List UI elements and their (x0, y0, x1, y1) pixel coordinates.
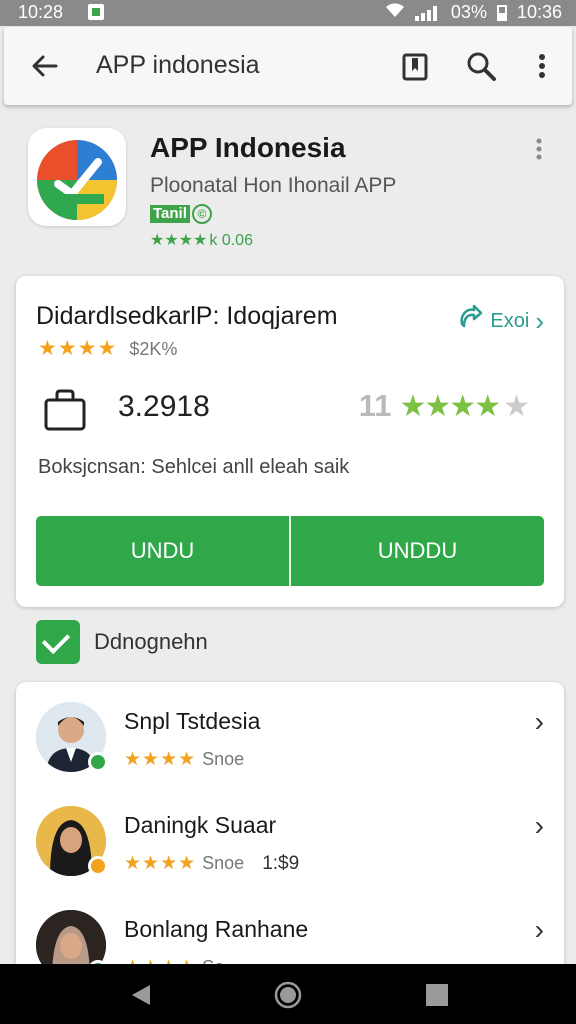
chevron-right-icon[interactable]: › (535, 914, 544, 946)
app-developer[interactable]: Ploonatal Hon Ihonail APP (150, 174, 396, 198)
review-extra: 1:$9 (262, 853, 300, 874)
card-rating-number: 11 (358, 388, 392, 423)
card-sub-text: $2K% (129, 339, 178, 359)
card-rating: 11 ★★★★ ★ (359, 388, 530, 424)
review-meta: ★★★★ Snoe 1:$9 (124, 852, 299, 875)
review-item[interactable]: Daningk Suaar ★★★★ Snoe 1:$9 › (16, 802, 564, 906)
review-meta-text: Snoe (202, 853, 245, 873)
search-icon[interactable] (464, 49, 498, 83)
recents-nav-icon[interactable] (424, 982, 450, 1008)
chevron-right-icon[interactable]: › (535, 706, 544, 738)
android-nav-bar (0, 964, 576, 1024)
share-icon (456, 304, 484, 338)
app-rating-value: k 0.06 (209, 232, 253, 249)
status-time-right: 10:36 (516, 2, 562, 22)
card-description: Boksjcnsan: Sehlcei anll eleah saik (38, 456, 350, 478)
chevron-right-icon[interactable]: › (535, 810, 544, 842)
status-right: 03% 10:36 (385, 2, 562, 23)
battery-icon (496, 4, 507, 21)
more-vert-icon[interactable] (532, 136, 546, 162)
wifi-icon (385, 2, 405, 23)
search-bar[interactable]: APP indonesia (4, 27, 572, 105)
search-query-text[interactable]: APP indonesia (96, 51, 260, 80)
review-item[interactable]: Snpl Tstdesia ★★★★ Snoe › (16, 698, 564, 802)
chevron-right-icon: › (535, 306, 544, 336)
card-sub-stars: ★★★★ (38, 337, 118, 360)
arrow-left-icon[interactable] (28, 49, 62, 83)
reviews-list: Snpl Tstdesia ★★★★ Snoe › Daningk Suaar ★… (16, 682, 564, 972)
status-time-left: 10:28 (18, 2, 64, 22)
signal-icon (414, 5, 441, 21)
review-name: Daningk Suaar (124, 812, 277, 838)
review-item[interactable]: Bonlang Ranhane ★★★★So › (16, 906, 564, 972)
back-nav-icon[interactable] (128, 982, 154, 1008)
checkbox-label: Ddnognehn (94, 629, 208, 654)
download-button-left[interactable]: UNDU (36, 516, 289, 586)
card-subtitle: ★★★★ $2K% (38, 336, 177, 361)
review-stars: ★★★★ (124, 853, 197, 874)
app-detail-card: DidardlsedkarlP: Idoqjarem Exoi › ★★★★ $2… (16, 276, 564, 607)
share-link-label: Exoi (490, 309, 530, 332)
home-nav-icon[interactable] (274, 981, 302, 1009)
app-title: APP Indonesia (150, 132, 346, 163)
app-rating-stars: ★★★★ (150, 232, 208, 249)
badge-circle-icon: © (191, 204, 212, 224)
review-name: Snpl Tstdesia (124, 708, 261, 734)
review-stars: ★★★★ (124, 749, 197, 770)
download-buttons: UNDU UNDDU (36, 516, 544, 586)
status-dot-icon (88, 752, 108, 772)
download-button-right[interactable]: UNDDU (289, 516, 544, 586)
shopping-bag-icon (42, 388, 88, 432)
app-rating: ★★★★ k 0.06 (150, 230, 253, 250)
app-header: APP Indonesia Ploonatal Hon Ihonail APP … (0, 118, 576, 268)
status-dot-icon (88, 856, 108, 876)
app-logo[interactable] (28, 128, 126, 226)
share-link[interactable]: Exoi › (456, 304, 544, 338)
app-badge: Tanil © (150, 204, 212, 224)
more-vert-icon[interactable] (532, 49, 552, 83)
rating-star-empty: ★ (503, 389, 530, 423)
bookmark-icon[interactable] (398, 49, 432, 83)
review-meta: ★★★★ Snoe (124, 748, 244, 771)
review-meta-text: Snoe (202, 749, 245, 769)
status-bar: 10:28 03% 10:36 (0, 0, 576, 26)
checkbox-checked[interactable] (36, 620, 80, 664)
rating-stars-green: ★★★★ (399, 389, 502, 423)
card-title: DidardlsedkarlP: Idoqjarem (36, 302, 338, 330)
notification-icon (88, 4, 104, 20)
checkbox-row[interactable]: Ddnognehn (36, 620, 208, 664)
battery-percent: 03% (450, 2, 487, 22)
review-name: Bonlang Ranhane (124, 916, 309, 942)
app-size: 3.2918 (118, 390, 210, 423)
badge-label: Tanil (150, 205, 190, 223)
